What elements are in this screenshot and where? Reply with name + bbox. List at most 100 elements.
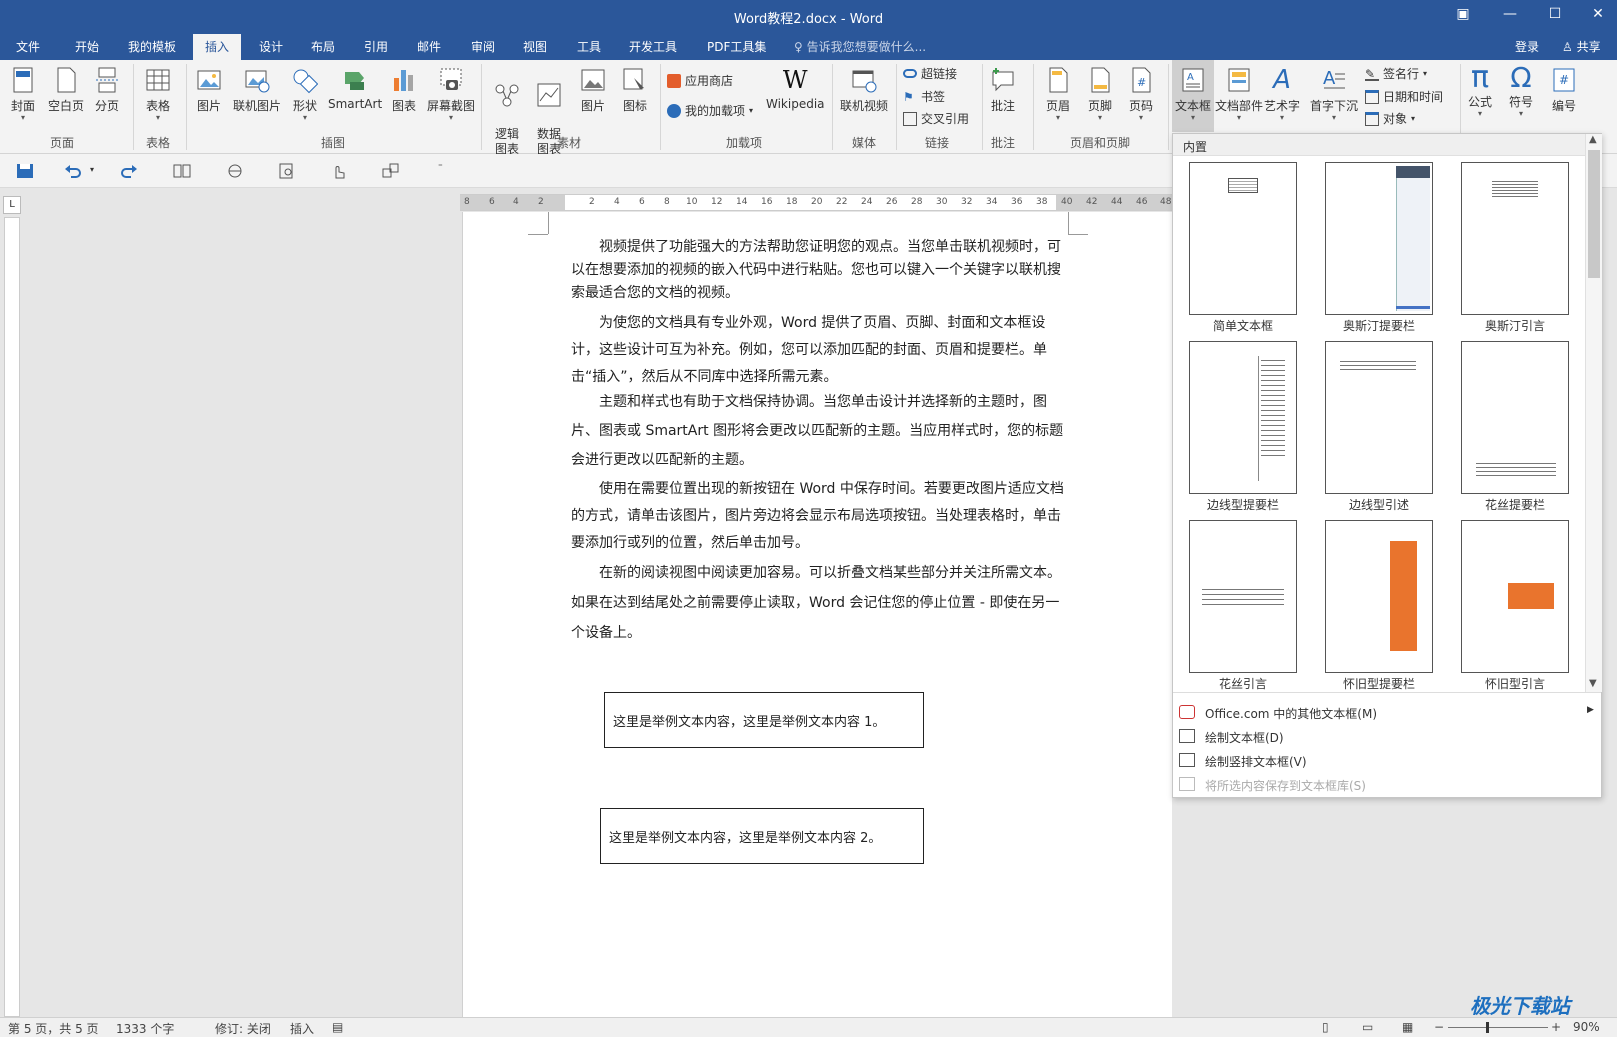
comment-button[interactable]: 批注 <box>990 66 1016 114</box>
tab-review[interactable]: 审阅 <box>471 38 495 55</box>
scroll-down-icon[interactable]: ▼ <box>1589 678 1597 689</box>
object-button[interactable]: 对象 ▾ <box>1365 110 1415 127</box>
undo-dropdown-icon[interactable]: ▾ <box>90 165 94 174</box>
table-button[interactable]: 表格 ▾ <box>145 66 171 122</box>
qat-more-icon[interactable]: ⁼ <box>438 163 443 173</box>
draw-vertical-textbox[interactable]: 绘制竖排文本框(V) <box>1173 748 1601 772</box>
draw-textbox[interactable]: 绘制文本框(D) <box>1173 724 1601 748</box>
document-page[interactable]: 视频提供了功能强大的方法帮助您证明您的观点。当您单击联机视频时，可以在想要添加的… <box>462 212 1172 1018</box>
wikipedia-button[interactable]: W Wikipedia <box>766 66 825 111</box>
ribbon-display-icon[interactable]: ▣ <box>1448 6 1478 22</box>
app-store-button[interactable]: 应用商店 <box>667 72 733 89</box>
tab-selector[interactable]: L <box>3 196 21 214</box>
gallery-item-austin-quote[interactable] <box>1461 162 1569 315</box>
quick-parts-button[interactable]: 文档部件 ▾ <box>1215 66 1263 122</box>
login-link[interactable]: 登录 <box>1515 38 1539 55</box>
gallery-item-edge-sidebar[interactable] <box>1189 341 1297 494</box>
hyperlink-button[interactable]: 超链接 <box>903 65 957 82</box>
gallery-item-filigree-sidebar[interactable] <box>1461 341 1569 494</box>
smartart-button[interactable]: SmartArt <box>328 66 382 111</box>
tab-insert[interactable]: 插入 <box>193 34 242 60</box>
picture-button[interactable]: 图片 <box>196 66 222 114</box>
chart-button[interactable]: 图表 <box>391 66 417 114</box>
tab-file[interactable]: 文件 <box>16 38 40 55</box>
print-preview-icon[interactable] <box>278 163 296 179</box>
read-mode-icon[interactable] <box>173 163 191 179</box>
my-addins-button[interactable]: 我的加载项 ▾ <box>667 102 753 119</box>
paragraph[interactable]: 主题和样式也有助于文档保持协调。当您单击设计并选择新的主题时，图片、图表或 Sm… <box>571 388 1066 475</box>
bookmark-button[interactable]: ⚑ 书签 <box>903 88 945 105</box>
header-button[interactable]: 页眉 ▾ <box>1045 66 1071 122</box>
more-textboxes-office-com[interactable]: Office.com 中的其他文本框(M) ▶ <box>1173 700 1601 724</box>
textbox-1[interactable]: 这里是举例文本内容，这里是举例文本内容 1。 <box>604 692 924 748</box>
paragraph[interactable]: 在新的阅读视图中阅读更加容易。可以折叠文档某些部分并关注所需文本。如果在达到结尾… <box>571 558 1066 648</box>
insert-mode[interactable]: 插入 <box>290 1020 314 1037</box>
customize-icon[interactable] <box>382 163 400 179</box>
scroll-up-icon[interactable]: ▲ <box>1589 134 1597 145</box>
zoom-in-icon[interactable]: + <box>1551 1020 1561 1034</box>
date-time-button[interactable]: 日期和时间 <box>1365 88 1443 105</box>
page-break-button[interactable]: 分页 <box>94 66 120 114</box>
share-button[interactable]: ♙ 共享 <box>1562 38 1601 55</box>
zoom-level[interactable]: 90% <box>1573 1020 1600 1034</box>
equation-button[interactable]: π 公式 ▾ <box>1467 62 1493 118</box>
blank-page-button[interactable]: 空白页 <box>48 66 84 114</box>
cross-reference-button[interactable]: 交叉引用 <box>903 110 969 127</box>
symbol-button[interactable]: Ω 符号 ▾ <box>1508 62 1534 118</box>
dropcap-button[interactable]: A 首字下沉 ▾ <box>1310 66 1358 122</box>
tab-tools[interactable]: 工具 <box>577 38 601 55</box>
cover-page-button[interactable]: 封面 ▾ <box>10 66 36 122</box>
zoom-slider[interactable] <box>1448 1027 1548 1028</box>
textbox-button[interactable]: A 文本框 ▾ <box>1172 60 1214 132</box>
print-layout-view-icon[interactable]: ▭ <box>1362 1020 1373 1034</box>
tab-references[interactable]: 引用 <box>364 38 388 55</box>
macro-record-icon[interactable]: ▤ <box>332 1020 343 1034</box>
page-count[interactable]: 第 5 页，共 5 页 <box>8 1020 99 1037</box>
material-picture-button[interactable]: 图片 <box>580 66 606 114</box>
word-count[interactable]: 1333 个字 <box>116 1020 174 1037</box>
web-layout-icon[interactable] <box>226 163 244 179</box>
maximize-icon[interactable]: ☐ <box>1540 6 1570 22</box>
footer-button[interactable]: 页脚 ▾ <box>1087 66 1113 122</box>
touch-mode-icon[interactable] <box>330 163 348 179</box>
close-icon[interactable]: ✕ <box>1583 6 1613 22</box>
track-changes-status[interactable]: 修订: 关闭 <box>215 1020 271 1037</box>
gallery-item-simple-textbox[interactable] <box>1189 162 1297 315</box>
undo-icon[interactable] <box>64 163 82 179</box>
paragraph[interactable]: 使用在需要位置出现的新按钮在 Word 中保存时间。若要更改图片适应文档的方式，… <box>571 476 1066 557</box>
read-mode-view-icon[interactable]: ▯ <box>1322 1020 1329 1034</box>
textbox-2[interactable]: 这里是举例文本内容，这里是举例文本内容 2。 <box>600 808 924 864</box>
gallery-item-edge-quote[interactable] <box>1325 341 1433 494</box>
web-layout-view-icon[interactable]: ▦ <box>1402 1020 1413 1034</box>
online-video-button[interactable]: 联机视频 <box>840 66 888 114</box>
gallery-item-austin-sidebar[interactable] <box>1325 162 1433 315</box>
tab-home[interactable]: 开始 <box>75 38 99 55</box>
shapes-button[interactable]: 形状 ▾ <box>292 66 318 122</box>
minimize-icon[interactable]: — <box>1495 6 1525 22</box>
wordart-button[interactable]: A 艺术字 ▾ <box>1264 66 1300 122</box>
gallery-item-retro-quote[interactable] <box>1461 520 1569 673</box>
tab-layout[interactable]: 布局 <box>311 38 335 55</box>
tab-mailings[interactable]: 邮件 <box>417 38 441 55</box>
signature-line-button[interactable]: ✎ 签名行 ▾ <box>1365 65 1427 82</box>
scroll-thumb[interactable] <box>1588 150 1600 278</box>
tell-me-search[interactable]: ♀ 告诉我您想要做什么... <box>794 38 926 55</box>
icon-button[interactable]: 图标 <box>622 66 648 114</box>
paragraph[interactable]: 为使您的文档具有专业外观，Word 提供了页眉、页脚、封面和文本框设计，这些设计… <box>571 310 1066 391</box>
gallery-item-retro-sidebar[interactable] <box>1325 520 1433 673</box>
online-picture-button[interactable]: 联机图片 <box>233 66 281 114</box>
redo-icon[interactable] <box>120 163 138 179</box>
tab-pdf-tools[interactable]: PDF工具集 <box>707 38 766 55</box>
logic-chart-button[interactable]: 逻辑 图表 <box>494 66 520 157</box>
tab-design[interactable]: 设计 <box>259 38 283 55</box>
numbering-button[interactable]: # 编号 <box>1551 66 1577 114</box>
tab-view[interactable]: 视图 <box>523 38 547 55</box>
gallery-scrollbar[interactable]: ▲ ▼ <box>1585 134 1602 692</box>
screenshot-button[interactable]: 屏幕截图 ▾ <box>427 66 475 122</box>
zoom-out-icon[interactable]: − <box>1434 1020 1444 1034</box>
tab-templates[interactable]: 我的模板 <box>128 38 176 55</box>
zoom-slider-thumb[interactable] <box>1486 1022 1489 1033</box>
tab-developer[interactable]: 开发工具 <box>629 38 677 55</box>
gallery-item-filigree-quote[interactable] <box>1189 520 1297 673</box>
paragraph[interactable]: 视频提供了功能强大的方法帮助您证明您的观点。当您单击联机视频时，可以在想要添加的… <box>571 236 1066 305</box>
